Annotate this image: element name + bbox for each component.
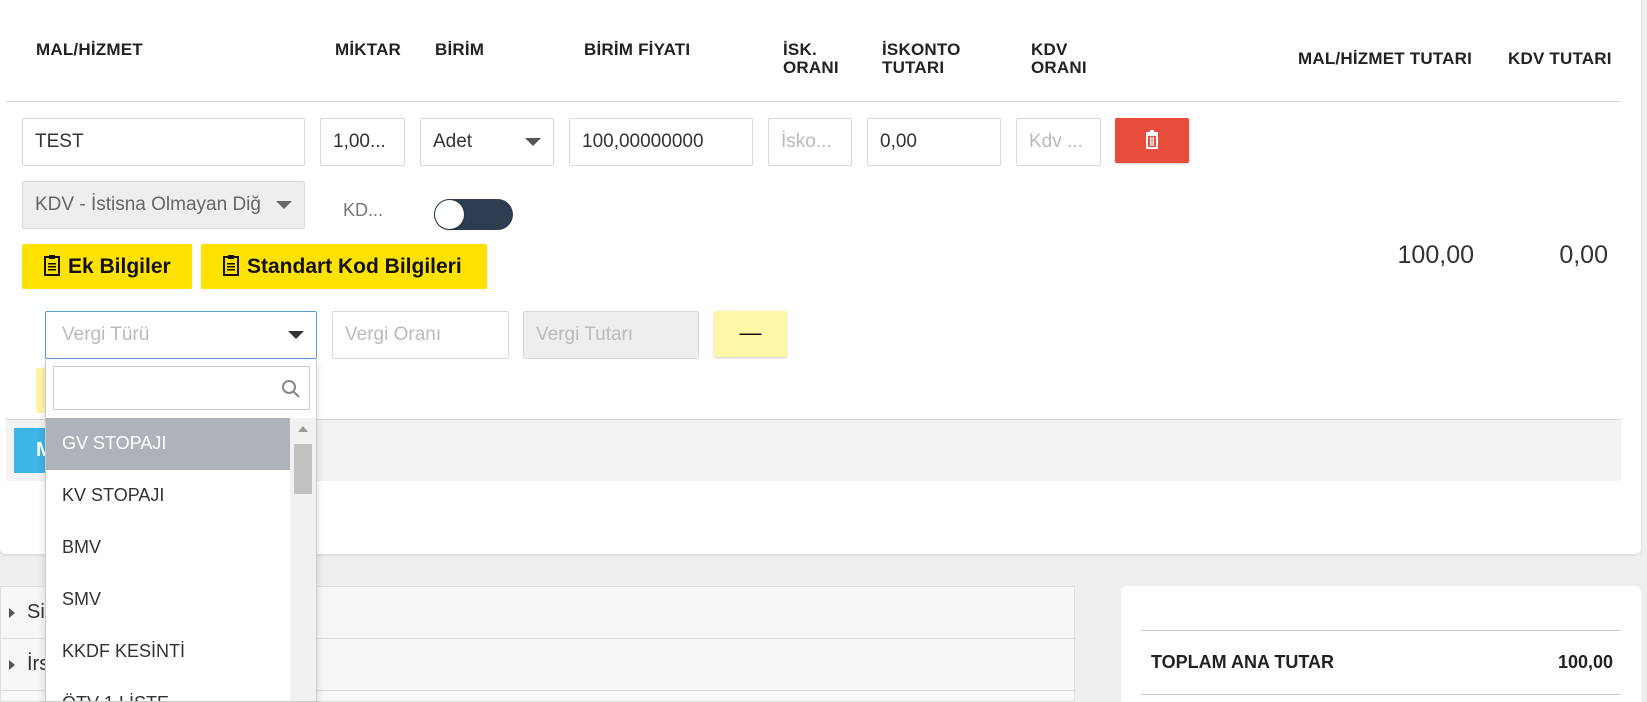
vat-rate-input[interactable]: Kdv ... <box>1016 118 1101 166</box>
ek-bilgiler-button[interactable]: Ek Bilgiler <box>22 244 192 289</box>
header-isk-orani-line2: ORANI <box>783 58 839 77</box>
chevron-down-icon <box>288 331 304 339</box>
tax-type-dropdown: GV STOPAJIKV STOPAJIBMVSMVKKDF KESİNTİÖT… <box>45 359 317 702</box>
header-isk-orani: İSK. ORANI <box>783 41 839 77</box>
caret-right-icon <box>9 608 15 618</box>
dropdown-option[interactable]: BMV <box>46 522 291 574</box>
total-value: 100,00 <box>1557 652 1613 672</box>
trash-icon <box>1146 130 1158 149</box>
totals-divider <box>1141 694 1621 695</box>
header-iskonto-tutari: İSKONTO TUTARI <box>882 41 961 77</box>
header-kdv-tutari: KDV TUTARI <box>1508 49 1612 68</box>
ek-bilgiler-label: Ek Bilgiler <box>68 255 171 278</box>
total-label: TOPLAM ANA TUTAR <box>1151 652 1334 672</box>
dropdown-option[interactable]: ÖTV 1.LİSTE <box>46 678 291 701</box>
header-kdv-orani-line2: ORANI <box>1031 58 1087 77</box>
chevron-down-icon <box>276 201 292 209</box>
kd-label: KD... <box>343 200 384 220</box>
search-icon <box>282 380 300 398</box>
dropdown-option[interactable]: SMV <box>46 574 291 626</box>
header-kdv-orani-line1: KDV <box>1031 40 1068 59</box>
tax-type-select[interactable]: Vergi Türü <box>45 311 317 359</box>
vat-exemption-select[interactable]: KDV - İstisna Olmayan Diğ <box>22 181 305 229</box>
accordion-row-label: Si <box>27 601 45 623</box>
dropdown-list: GV STOPAJIKV STOPAJIBMVSMVKKDF KESİNTİÖT… <box>46 418 291 701</box>
standart-kod-button[interactable]: Standart Kod Bilgileri <box>201 244 487 289</box>
scroll-up-icon[interactable] <box>298 426 308 432</box>
header-iskonto-tutari-line2: TUTARI <box>882 58 945 77</box>
header-mal-hizmet: MAL/HİZMET <box>36 40 143 59</box>
header-birim-fiyati: BİRİM FİYATI <box>584 40 691 59</box>
header-miktar: MİKTAR <box>335 40 402 59</box>
vat-exemption-value: KDV - İstisna Olmayan Diğ <box>35 194 261 215</box>
line-amount: 100,00 <box>1397 241 1474 269</box>
header-isk-orani-line1: İSK. <box>783 40 817 59</box>
toggle-knob <box>435 200 464 229</box>
dropdown-option[interactable]: GV STOPAJI <box>46 418 291 470</box>
totals-divider <box>1141 630 1621 631</box>
kd-toggle[interactable] <box>434 199 513 230</box>
tax-rate-input[interactable]: Vergi Oranı <box>332 311 509 359</box>
dropdown-scrollbar[interactable] <box>290 418 316 701</box>
caret-right-icon <box>9 660 15 670</box>
discount-rate-input[interactable]: İsko... <box>768 118 852 166</box>
quantity-input[interactable]: 1,00... <box>320 118 405 166</box>
dropdown-option[interactable]: KKDF KESİNTİ <box>46 626 291 678</box>
header-birim: BİRİM <box>435 40 485 59</box>
dropdown-option[interactable]: KV STOPAJI <box>46 470 291 522</box>
unit-select-value: Adet <box>433 131 473 152</box>
remove-tax-button[interactable]: — <box>714 311 787 357</box>
standart-kod-label: Standart Kod Bilgileri <box>247 255 462 278</box>
chevron-down-icon <box>525 138 541 146</box>
item-name-input[interactable]: TEST <box>22 118 305 166</box>
tax-amount-input: Vergi Tutarı <box>523 311 699 359</box>
discount-amount-input[interactable]: 0,00 <box>867 118 1001 166</box>
totals-card: TOPLAM ANA TUTAR 100,00 <box>1121 586 1641 702</box>
header-divider <box>6 101 1621 102</box>
header-kdv-orani: KDV ORANI <box>1031 41 1087 77</box>
clipboard-icon <box>223 255 239 277</box>
unit-select[interactable]: Adet <box>420 118 554 166</box>
scrollbar-thumb[interactable] <box>294 444 312 494</box>
clipboard-icon <box>44 255 60 277</box>
unit-price-input[interactable]: 100,00000000 <box>569 118 753 166</box>
line-vat-amount: 0,00 <box>1559 241 1608 269</box>
delete-line-button[interactable] <box>1115 118 1189 163</box>
tax-type-placeholder: Vergi Türü <box>62 324 150 345</box>
header-mal-hizmet-tutari: MAL/HİZMET TUTARI <box>1298 49 1472 68</box>
header-iskonto-tutari-line1: İSKONTO <box>882 40 961 59</box>
dropdown-search-input[interactable] <box>53 366 310 410</box>
